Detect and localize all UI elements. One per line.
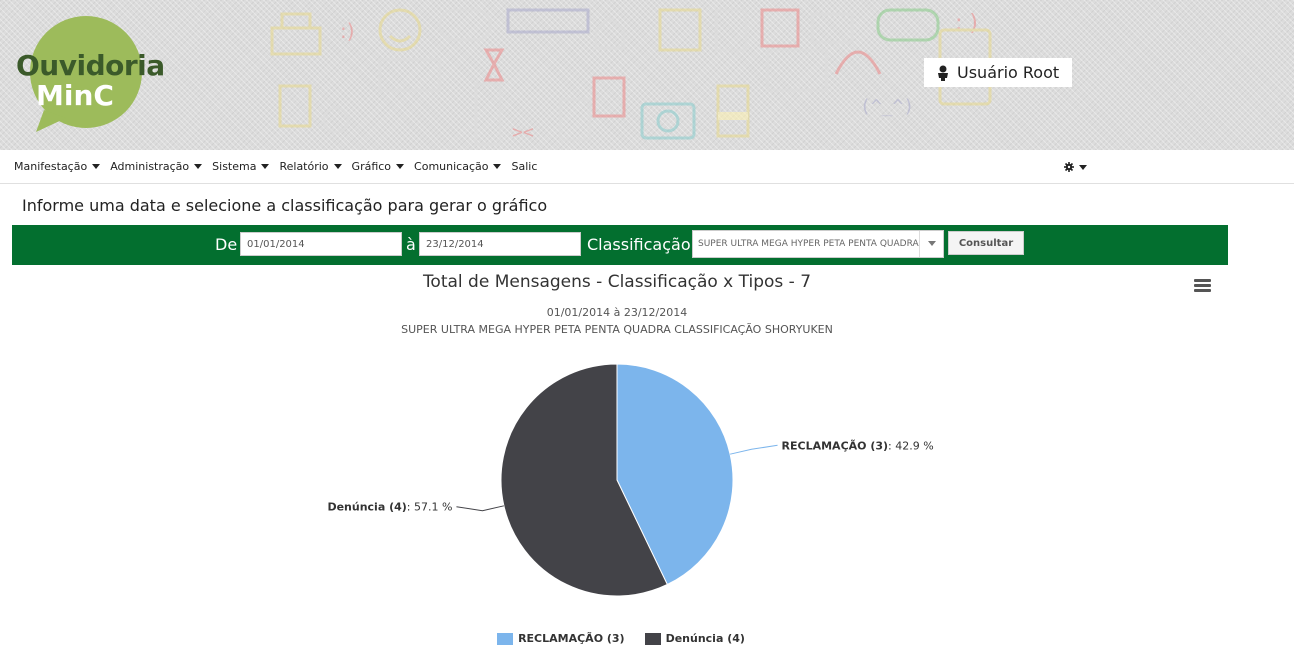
caret-down-icon <box>194 164 203 169</box>
legend-label: Denúncia (4) <box>665 632 745 645</box>
legend-item[interactable]: Denúncia (4) <box>644 632 745 645</box>
banner-decoration-icons: :) : ) >< (^_^) <box>270 8 992 146</box>
to-date-label: à <box>406 235 416 254</box>
chart-title: Total de Mensagens - Classificação x Tip… <box>422 272 812 292</box>
legend-swatch <box>497 632 514 645</box>
chart-subtitle-classification: SUPER ULTRA MEGA HYPER PETA PENTA QUADRA… <box>401 323 833 336</box>
user-name: Usuário Root <box>957 63 1060 82</box>
svg-text:: ): : ) <box>955 11 978 36</box>
legend-label: RECLAMAÇÃO (3) <box>518 632 625 645</box>
caret-down-icon <box>396 164 405 169</box>
svg-text::): :) <box>340 19 355 43</box>
logo-text-ouvidoria: Ouvidoria <box>16 49 165 82</box>
settings-menu[interactable] <box>1064 162 1087 172</box>
nav-item-label: Administração <box>110 160 190 173</box>
nav-item-salic[interactable]: Salic <box>511 160 537 173</box>
nav-item-label: Salic <box>511 160 538 173</box>
nav-item-label: Gráfico <box>351 160 392 173</box>
classification-label: Classificação <box>587 235 691 254</box>
data-label-connector <box>456 505 505 512</box>
nav-item-label: Manifestação <box>14 160 88 173</box>
consultar-button[interactable]: Consultar <box>948 231 1024 255</box>
pie-chart: RECLAMAÇÃO (3): 42.9 % Denúncia (4): 57.1… <box>327 363 934 597</box>
user-icon <box>938 65 948 81</box>
nav-item-label: Relatório <box>279 160 329 173</box>
nav-menu: Manifestação Administração Sistema Relat… <box>14 160 547 173</box>
caret-down-icon <box>493 164 502 169</box>
hamburger-menu-icon[interactable] <box>1194 279 1211 294</box>
svg-text:(^_^): (^_^) <box>860 96 914 117</box>
classification-selected-value: SUPER ULTRA MEGA HYPER PETA PENTA QUADRA… <box>698 239 920 249</box>
svg-text:><: >< <box>512 122 534 143</box>
nav-item-manifestacao[interactable]: Manifestação <box>14 160 101 173</box>
legend-swatch <box>644 632 661 645</box>
classification-select[interactable]: SUPER ULTRA MEGA HYPER PETA PENTA QUADRA… <box>692 230 944 258</box>
legend-item[interactable]: RECLAMAÇÃO (3) <box>497 632 625 645</box>
data-label: Denúncia (4): 57.1 % <box>327 501 452 514</box>
filter-bar: De à Classificação SUPER ULTRA MEGA HYPE… <box>12 225 1228 265</box>
nav-item-administracao[interactable]: Administração <box>110 160 203 173</box>
ouvidoria-logo[interactable]: Ouvidoria MinC <box>14 14 194 134</box>
chevron-down-icon <box>919 231 943 257</box>
caret-down-icon <box>92 164 101 169</box>
main-navbar: Manifestação Administração Sistema Relat… <box>0 150 1294 184</box>
nav-item-comunicacao[interactable]: Comunicação <box>414 160 502 173</box>
caret-down-icon <box>333 164 342 169</box>
nav-item-relatorio[interactable]: Relatório <box>279 160 342 173</box>
data-label: RECLAMAÇÃO (3): 42.9 % <box>782 439 934 452</box>
gear-icon <box>1064 162 1074 172</box>
chart-subtitle-dates: 01/01/2014 à 23/12/2014 <box>546 306 688 319</box>
nav-item-sistema[interactable]: Sistema <box>212 160 270 173</box>
caret-down-icon <box>1079 164 1087 170</box>
logo-text-minc: MinC <box>36 79 114 112</box>
chart-legend: RECLAMAÇÃO (3) Denúncia (4) <box>0 632 1242 645</box>
from-date-label: De <box>215 235 238 254</box>
header-banner: :) : ) >< (^_^) Ouvidoria MinC Usuário R… <box>0 0 1294 150</box>
nav-item-grafico[interactable]: Gráfico <box>352 160 405 173</box>
page-instructions: Informe uma data e selecione a classific… <box>22 196 548 215</box>
user-menu[interactable]: Usuário Root <box>924 58 1072 87</box>
caret-down-icon <box>261 164 270 169</box>
nav-item-label: Comunicação <box>414 160 489 173</box>
from-date-input[interactable] <box>240 232 402 256</box>
nav-item-label: Sistema <box>212 160 257 173</box>
to-date-input[interactable] <box>419 232 581 256</box>
data-label-connector <box>729 444 778 455</box>
